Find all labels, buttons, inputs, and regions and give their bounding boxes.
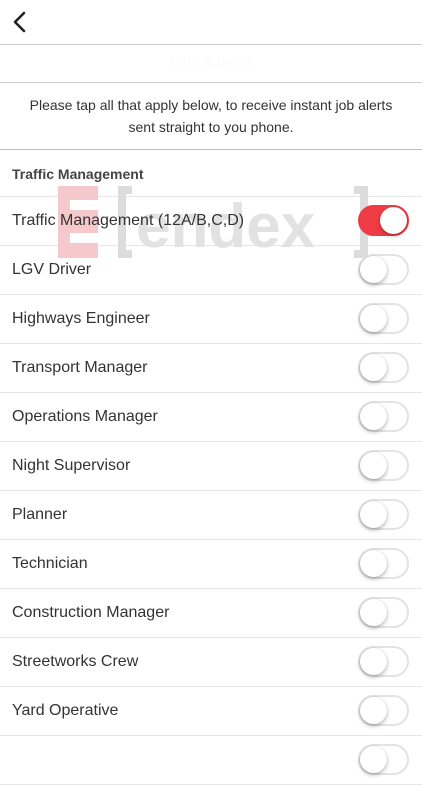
toggle-knob	[360, 403, 387, 430]
list-item-label: Night Supervisor	[12, 457, 131, 474]
list-item-label: Operations Manager	[12, 408, 158, 425]
list-item[interactable]: Traffic Management (12A/B,C,D)	[0, 197, 422, 246]
list-item[interactable]: Night Supervisor	[0, 442, 422, 491]
toggle-knob	[360, 599, 387, 626]
list-item[interactable]: LGV Driver	[0, 246, 422, 295]
toggle-switch[interactable]	[358, 254, 409, 285]
toggle-switch[interactable]	[358, 548, 409, 579]
list-item-label: Construction Manager	[12, 604, 170, 621]
section-title: Traffic Management	[12, 165, 144, 182]
list-item-label: Technician	[12, 555, 88, 572]
list-item[interactable]	[0, 736, 422, 785]
toggle-switch[interactable]	[358, 646, 409, 677]
instructions-text: Please tap all that apply below, to rece…	[29, 97, 393, 135]
toggle-switch[interactable]	[358, 205, 409, 236]
list-item[interactable]: Planner	[0, 491, 422, 540]
subtitle-bar: Job Alerts	[0, 45, 422, 83]
list-item[interactable]: Technician	[0, 540, 422, 589]
list-item[interactable]: Operations Manager	[0, 393, 422, 442]
toggle-knob	[360, 452, 387, 479]
list-item[interactable]: Construction Manager	[0, 589, 422, 638]
list-item-label: Yard Operative	[12, 702, 119, 719]
list-item-label: Planner	[12, 506, 68, 523]
chevron-left-icon	[13, 11, 26, 33]
job-alert-list: Traffic Management (12A/B,C,D) LGV Drive…	[0, 197, 422, 785]
list-item[interactable]: Yard Operative	[0, 687, 422, 736]
toggle-knob	[360, 354, 387, 381]
toggle-knob	[360, 746, 387, 773]
list-item[interactable]: Streetworks Crew	[0, 638, 422, 687]
section-header: Traffic Management	[0, 151, 422, 197]
instructions-panel: Please tap all that apply below, to rece…	[0, 83, 422, 150]
toggle-switch[interactable]	[358, 499, 409, 530]
toggle-knob	[360, 550, 387, 577]
toggle-switch[interactable]	[358, 303, 409, 334]
toggle-switch[interactable]	[358, 401, 409, 432]
toggle-knob	[360, 697, 387, 724]
toggle-switch[interactable]	[358, 695, 409, 726]
list-item-label: Streetworks Crew	[12, 653, 139, 670]
toggle-knob	[360, 305, 387, 332]
navigation-bar	[0, 0, 422, 45]
toggle-switch[interactable]	[358, 597, 409, 628]
list-item[interactable]: Transport Manager	[0, 344, 422, 393]
toggle-knob	[380, 207, 407, 234]
toggle-knob	[360, 648, 387, 675]
toggle-switch[interactable]	[358, 352, 409, 383]
toggle-switch[interactable]	[358, 744, 409, 775]
list-item-label: Highways Engineer	[12, 310, 150, 327]
toggle-knob	[360, 256, 387, 283]
list-item[interactable]: Highways Engineer	[0, 295, 422, 344]
back-button[interactable]	[4, 6, 36, 38]
toggle-knob	[360, 501, 387, 528]
list-item-label: Traffic Management (12A/B,C,D)	[12, 212, 245, 229]
list-item-label: LGV Driver	[12, 261, 92, 278]
list-item-label: Transport Manager	[12, 359, 148, 376]
toggle-switch[interactable]	[358, 450, 409, 481]
page-subtitle: Job Alerts	[166, 53, 256, 73]
